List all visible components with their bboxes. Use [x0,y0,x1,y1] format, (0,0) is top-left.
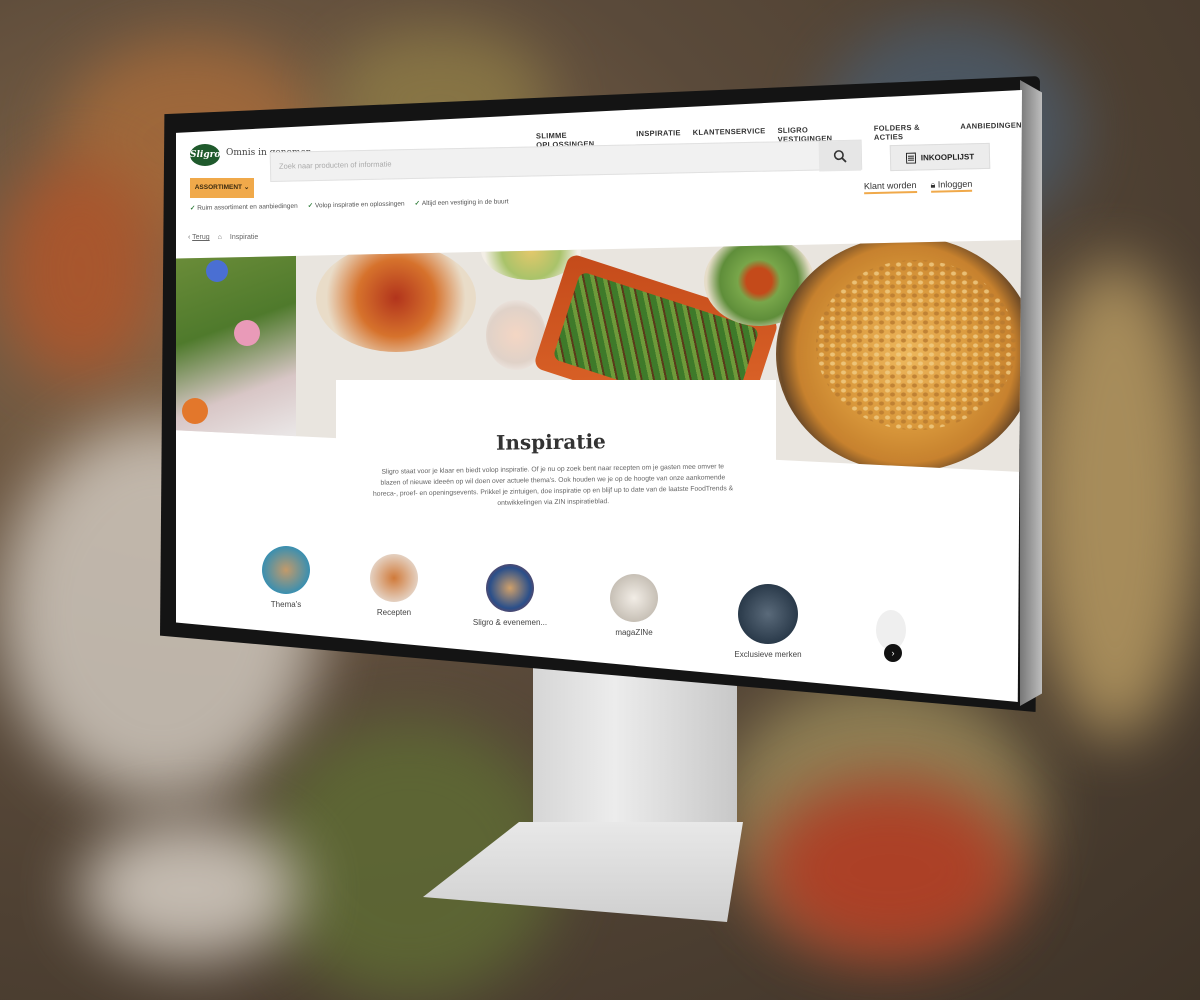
category-item[interactable]: Sligro & evenemen... [450,564,570,627]
category-label: Thema's [270,600,302,609]
carousel-next-button[interactable]: › [884,644,902,662]
category-label: magaZINe [615,628,653,637]
category-item[interactable]: magaZINe [574,574,694,637]
account-links: Klant worden 🔒︎ Inloggen [863,178,973,195]
category-image [610,574,658,622]
login-label: Inloggen [937,178,973,190]
breadcrumb: ‹ Terug ⌂ Inspiratie [188,234,258,241]
assortiment-label: ASSORTIMENT [194,184,243,191]
chevron-down-icon: ⌄ [243,184,250,191]
home-icon[interactable]: ⌂ [218,234,222,241]
search-input[interactable]: Zoek naar producten of informatie [279,159,392,170]
category-image [262,546,310,594]
lock-icon: 🔒︎ [930,179,936,190]
intro-text: Sligro staat voor je klaar en biedt volo… [372,463,734,507]
sligro-logo[interactable]: Sligro [190,144,220,166]
chevron-right-icon: › [891,648,895,658]
shopping-list-label: INKOOPLIJST [920,151,975,162]
category-label: Sligro & evenemen... [472,618,548,627]
search-button[interactable] [818,140,862,172]
list-icon [905,152,916,164]
monitor-stand [533,660,737,850]
usp-item: Volop inspiratie en oplossingen [308,200,405,210]
become-customer-link[interactable]: Klant worden [863,180,917,195]
category-image [486,564,534,612]
page-title: Inspiratie [495,429,606,455]
breadcrumb-current: Inspiratie [229,234,259,241]
usp-item: Ruim assortiment en aanbiedingen [190,202,298,212]
nav-aanbiedingen[interactable]: AANBIEDINGEN [960,120,1022,139]
login-link[interactable]: 🔒︎ Inloggen [930,178,973,193]
category-item[interactable]: Exclusieve merken [708,584,828,659]
usp-bar: Ruim assortiment en aanbiedingen Volop i… [190,197,509,212]
back-link[interactable]: ‹ Terug [188,234,210,241]
search-bar: Zoek naar producten of informatie [269,139,863,182]
usp-item: Altijd een vestiging in de buurt [414,197,509,207]
search-icon [833,150,847,163]
category-item[interactable]: Thema's [226,546,346,609]
category-item[interactable]: Recepten [334,554,454,617]
category-label: Recepten [376,608,412,617]
category-image [370,554,418,602]
assortiment-button[interactable]: ASSORTIMENT ⌄ [190,178,254,198]
shopping-list-button[interactable]: INKOOPLIJST [889,142,991,172]
nav-folders-acties[interactable]: FOLDERS & ACTIES [874,122,949,142]
category-image [738,584,798,644]
category-label: Exclusieve merken [734,650,802,659]
monitor-edge [1020,80,1042,706]
screen: Sligro Omnis in genomen SLIMME OPLOSSING… [176,90,1022,702]
